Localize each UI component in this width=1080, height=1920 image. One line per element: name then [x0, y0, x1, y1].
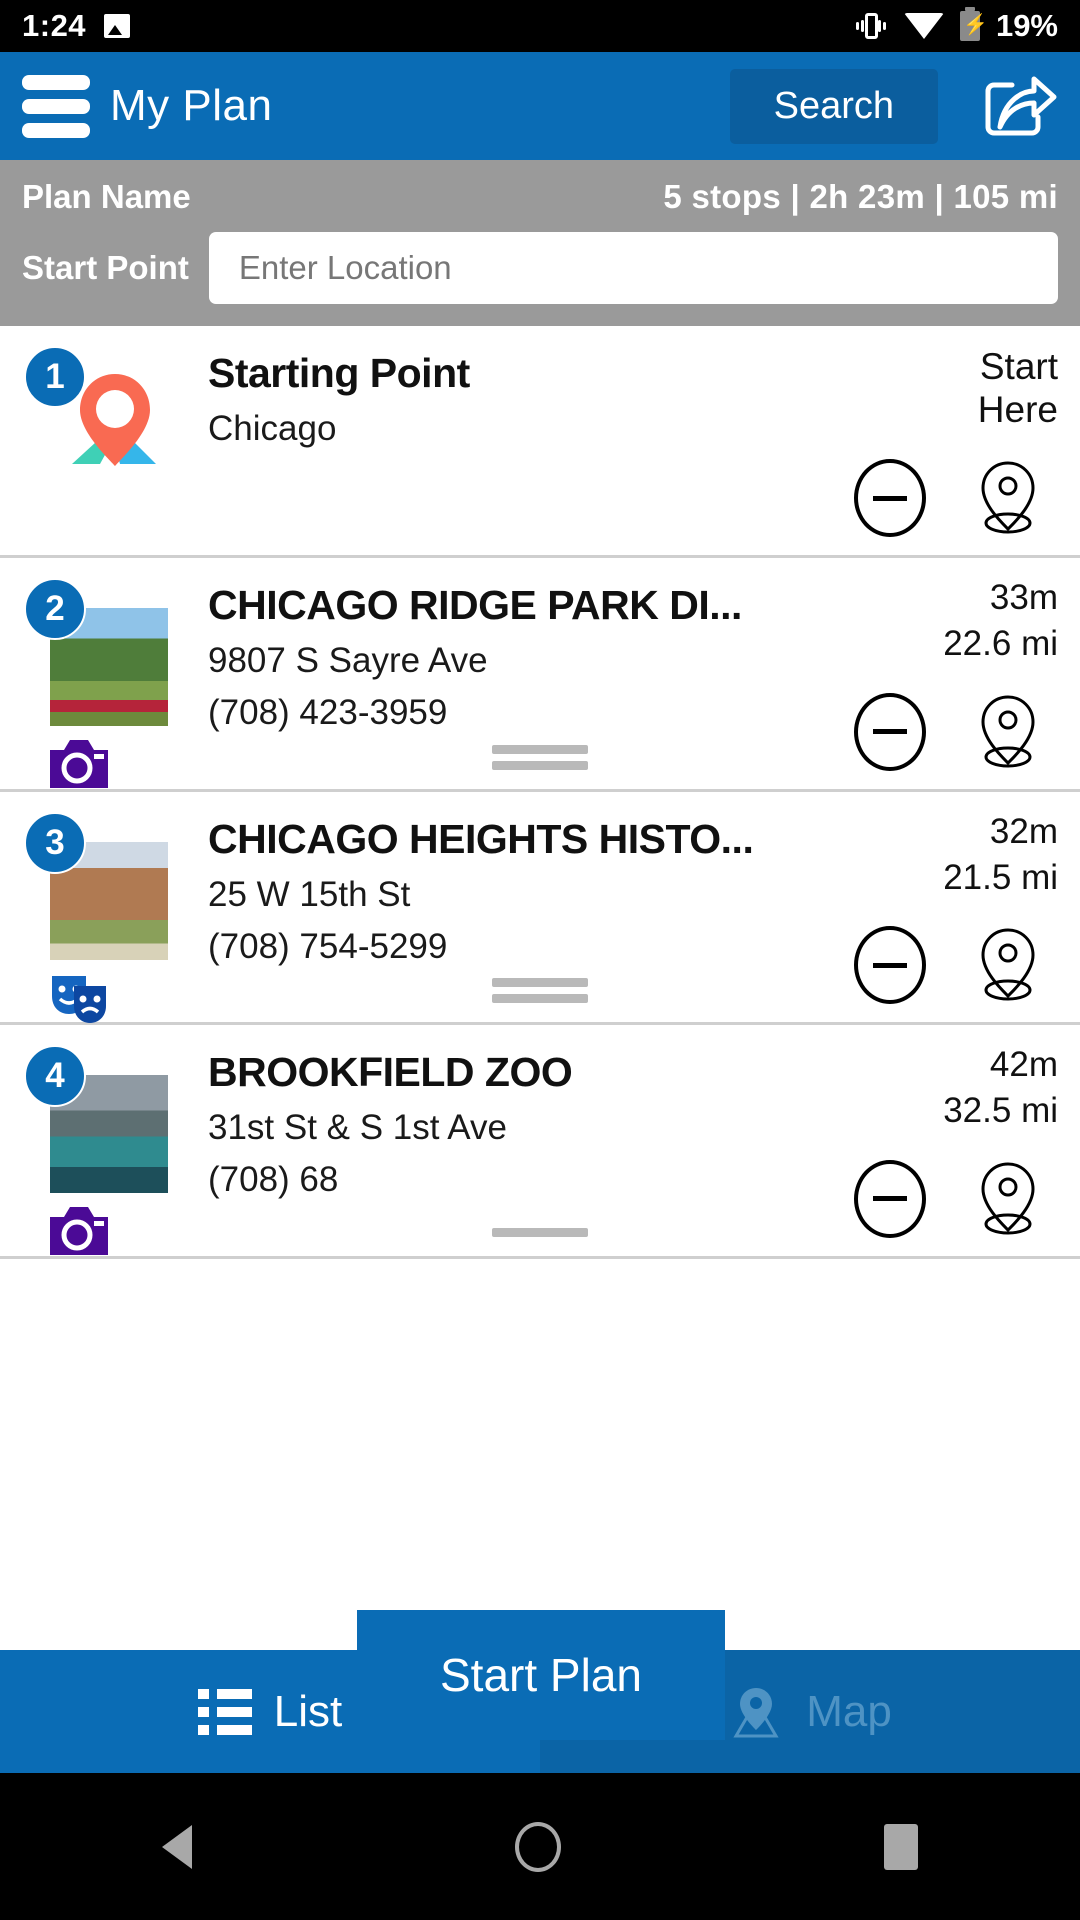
stop-list: 1 Starting Point Chicago Start Here 2 CH…	[0, 326, 1080, 1259]
stop-details: CHICAGO RIDGE PARK DI... 9807 S Sayre Av…	[190, 578, 778, 773]
stop-meta-area: 42m 32.5 mi	[778, 1045, 1058, 1240]
locate-stop-button[interactable]	[972, 691, 1044, 773]
stop-thumbnail-area: 4	[22, 1045, 190, 1256]
table-row[interactable]: 3 CHICAGO HEIGHTS HISTO... 25 W 15th St …	[0, 792, 1080, 1026]
stop-distance: 21.5 mi	[943, 857, 1058, 897]
stop-title: Starting Point	[208, 350, 470, 396]
vibrate-icon	[854, 11, 888, 41]
table-row[interactable]: 2 CHICAGO RIDGE PARK DI... 9807 S Sayre …	[0, 558, 1080, 792]
status-bar-right: ⚡ 19%	[854, 7, 1058, 44]
stop-phone[interactable]: (708) 754-5299	[208, 927, 778, 967]
status-bar-left: 1:24	[22, 8, 131, 44]
list-icon	[197, 1688, 252, 1735]
stop-duration: 42m	[989, 1045, 1058, 1085]
back-triangle-icon[interactable]	[161, 1824, 192, 1869]
locate-stop-button[interactable]	[972, 1158, 1044, 1240]
app-header: My Plan Search	[0, 52, 1080, 160]
stop-actions	[854, 924, 1044, 1006]
map-marker-icon	[728, 1684, 784, 1740]
drag-handle[interactable]	[492, 1227, 588, 1244]
camera-icon	[48, 1203, 110, 1259]
stop-actions	[854, 1158, 1044, 1240]
start-point-label: Start Point	[22, 249, 189, 286]
remove-stop-button[interactable]	[854, 692, 926, 771]
tab-map-label: Map	[806, 1686, 892, 1736]
stop-thumbnail-area: 3	[22, 811, 190, 1023]
theater-masks-icon	[48, 970, 110, 1026]
stop-thumbnail-area: 2	[22, 578, 190, 789]
stop-distance: 22.6 mi	[943, 624, 1058, 664]
remove-stop-button[interactable]	[854, 926, 926, 1005]
plan-info-row: Plan Name 5 stops | 2h 23m | 105 mi	[22, 178, 1058, 216]
stop-number-badge: 2	[24, 578, 86, 641]
status-bar: 1:24 ⚡ 19%	[0, 0, 1080, 52]
start-here-line1: Start	[979, 346, 1058, 387]
stop-address: 31st St & S 1st Ave	[208, 1108, 507, 1148]
stop-address: 25 W 15th St	[208, 874, 411, 914]
plan-info-bar: Plan Name 5 stops | 2h 23m | 105 mi Star…	[0, 160, 1080, 326]
page-title: My Plan	[110, 81, 273, 130]
stop-travel-meta: 32m 21.5 mi	[943, 812, 1058, 899]
locate-stop-button[interactable]	[972, 457, 1044, 539]
plan-stats-label: 5 stops | 2h 23m | 105 mi	[663, 178, 1058, 215]
stop-meta-area: 32m 21.5 mi	[778, 812, 1058, 1007]
hamburger-menu-icon[interactable]	[22, 74, 90, 138]
table-row[interactable]: 4 BROOKFIELD ZOO 31st St & S 1st Ave (70…	[0, 1025, 1080, 1259]
search-button[interactable]: Search	[729, 68, 938, 144]
plan-name-label[interactable]: Plan Name	[22, 178, 191, 216]
start-plan-button[interactable]: Start Plan	[357, 1610, 725, 1740]
stop-address: Chicago	[208, 409, 337, 448]
stop-title: CHICAGO RIDGE PARK DI...	[208, 582, 742, 629]
camera-icon	[48, 736, 110, 792]
stop-travel-meta: 42m 32.5 mi	[943, 1045, 1058, 1132]
start-location-input[interactable]	[208, 232, 1058, 304]
stop-actions	[854, 691, 1044, 773]
stop-details: CHICAGO HEIGHTS HISTO... 25 W 15th St (7…	[190, 812, 778, 1007]
start-here-line2: Here	[977, 388, 1058, 430]
stop-details: Starting Point Chicago	[190, 346, 778, 539]
stop-details: BROOKFIELD ZOO 31st St & S 1st Ave (708)…	[190, 1045, 778, 1240]
start-point-row: Start Point	[22, 232, 1058, 304]
start-here-label: Start Here	[978, 346, 1058, 431]
stop-meta-area: 33m 22.6 mi	[778, 578, 1058, 773]
stop-distance: 32.5 mi	[943, 1091, 1058, 1131]
drag-handle[interactable]	[492, 978, 588, 1010]
stop-actions	[854, 457, 1044, 539]
wifi-icon	[903, 13, 944, 39]
stop-title: BROOKFIELD ZOO	[208, 1049, 573, 1096]
home-circle-icon[interactable]	[514, 1821, 561, 1872]
stop-phone[interactable]: (708) 68	[208, 1160, 778, 1200]
remove-stop-button[interactable]	[854, 459, 926, 538]
stop-travel-meta: 33m 22.6 mi	[943, 578, 1058, 665]
stop-address: 9807 S Sayre Ave	[208, 641, 488, 681]
stop-number-badge: 4	[24, 1045, 86, 1108]
battery-percent-label: 19%	[995, 8, 1058, 43]
stop-number-badge: 1	[24, 346, 86, 408]
battery-charging-icon: ⚡	[959, 7, 988, 41]
remove-stop-button[interactable]	[854, 1159, 926, 1238]
image-icon	[104, 14, 131, 38]
drag-handle[interactable]	[492, 744, 588, 777]
stop-number-badge: 3	[24, 811, 86, 874]
share-icon[interactable]	[982, 71, 1058, 141]
stop-phone[interactable]: (708) 423-3959	[208, 693, 778, 733]
stop-duration: 32m	[989, 811, 1058, 851]
stop-meta-area: Start Here	[778, 346, 1058, 539]
stop-title: CHICAGO HEIGHTS HISTO...	[208, 815, 754, 862]
status-bar-clock: 1:24	[22, 8, 87, 43]
android-nav-bar	[0, 1773, 1080, 1920]
tab-list-label: List	[273, 1686, 343, 1736]
stop-thumbnail-area: 1	[22, 346, 190, 539]
table-row[interactable]: 1 Starting Point Chicago Start Here	[0, 326, 1080, 559]
stop-duration: 33m	[989, 578, 1058, 618]
recents-square-icon[interactable]	[884, 1823, 919, 1870]
locate-stop-button[interactable]	[972, 924, 1044, 1006]
